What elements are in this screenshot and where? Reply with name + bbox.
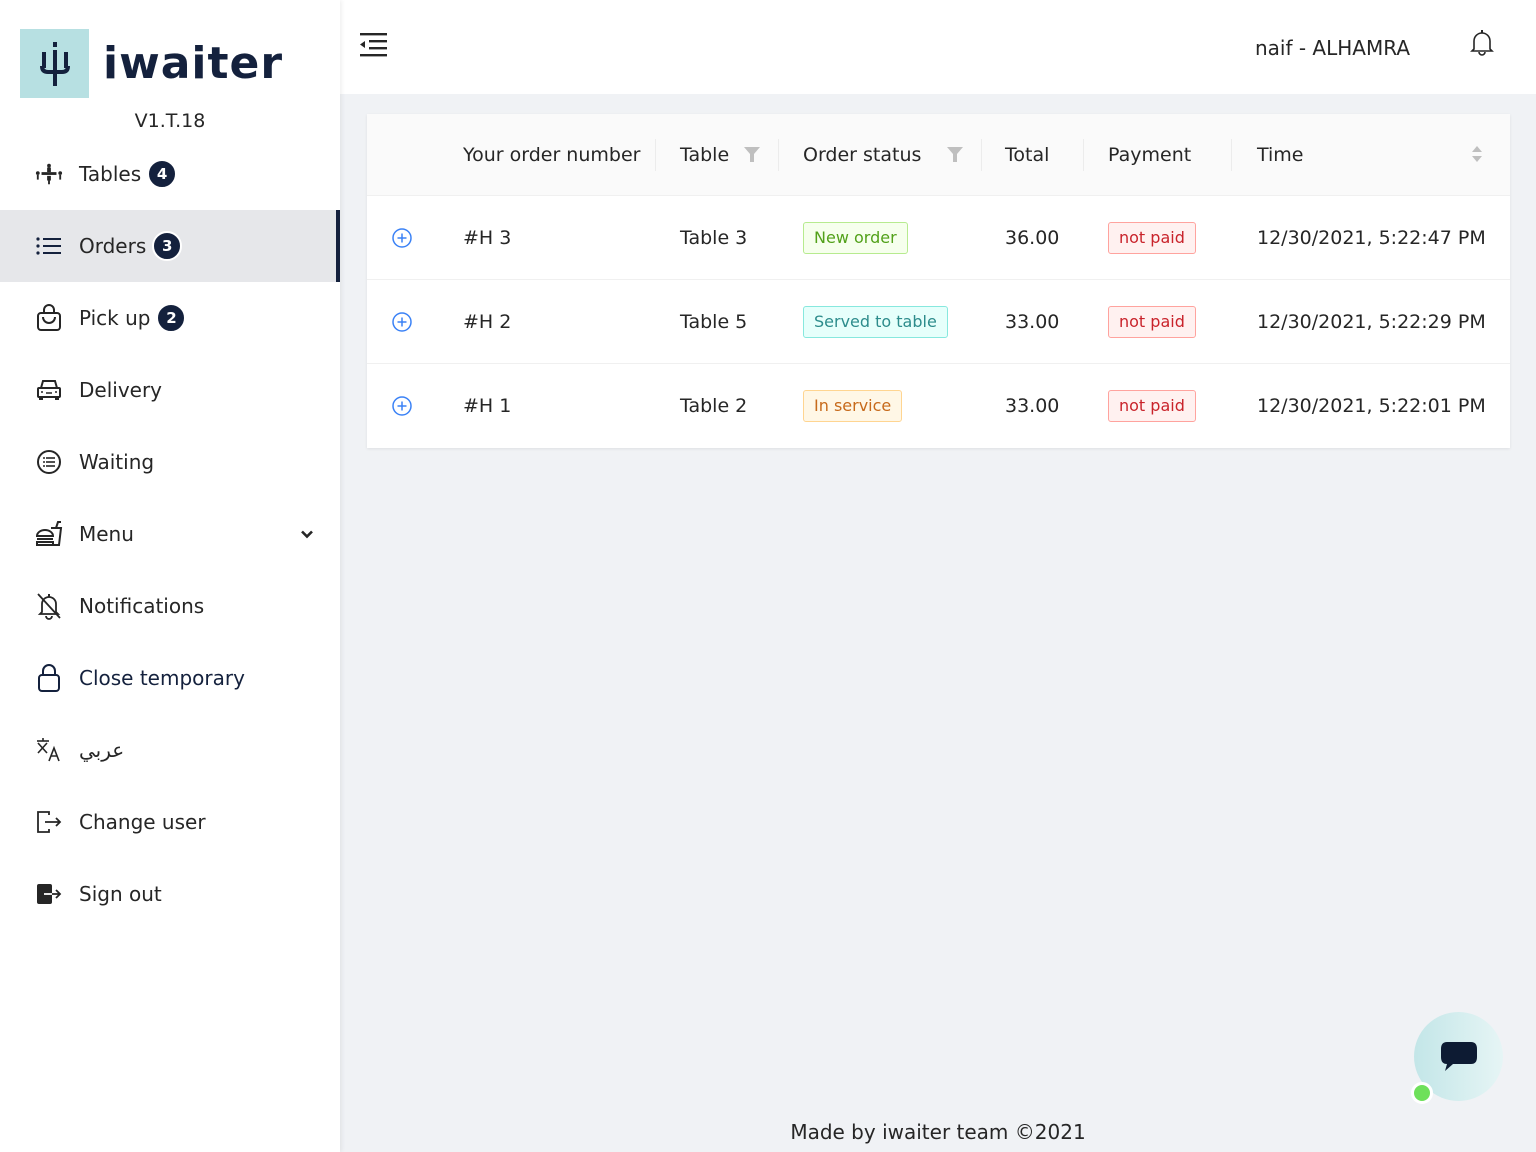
status-badge: In service (803, 390, 903, 422)
order-number: #H 3 (463, 227, 512, 249)
sidebar-item-language[interactable]: عربي (0, 714, 340, 786)
column-header-total: Total (1005, 144, 1050, 166)
list-icon (35, 232, 63, 260)
column-header-order-status: Order status (803, 144, 922, 166)
online-status-indicator (1411, 1082, 1433, 1104)
count-badge: 3 (152, 231, 183, 261)
bell-off-icon (35, 592, 63, 620)
status-badge: New order (803, 222, 908, 254)
count-badge: 2 (156, 303, 187, 333)
order-time: 12/30/2021, 5:22:01 PM (1257, 395, 1486, 417)
order-number: #H 1 (463, 395, 512, 417)
footer-text: Made by iwaiter team ©2021 (790, 1120, 1086, 1144)
column-divider (981, 139, 982, 171)
payment-badge: not paid (1108, 306, 1196, 338)
lock-icon (35, 664, 63, 692)
translate-icon (35, 736, 63, 764)
car-icon (35, 376, 63, 404)
trident-icon (39, 41, 70, 86)
count-badge: 4 (147, 159, 178, 189)
sidebar-item-label: Change user (79, 810, 206, 834)
logout-filled-icon (35, 880, 63, 908)
logout-outline-icon (35, 808, 63, 836)
table-name: Table 5 (680, 311, 748, 333)
chat-bubble-icon (1440, 1041, 1477, 1071)
column-divider (1083, 139, 1084, 171)
sidebar-item-delivery[interactable]: Delivery (0, 354, 340, 426)
table-row[interactable]: #H 3 Table 3 New order 36.00 not paid 12… (367, 196, 1510, 280)
sidebar-item-label: Close temporary (79, 666, 245, 690)
sidebar-item-label: Menu (79, 522, 134, 546)
table-row[interactable]: #H 1 Table 2 In service 33.00 not paid 1… (367, 364, 1510, 448)
payment-badge: not paid (1108, 390, 1196, 422)
order-number: #H 2 (463, 311, 512, 333)
order-total: 33.00 (1005, 395, 1060, 417)
column-divider (655, 139, 656, 171)
sidebar-item-label: Tables (79, 162, 142, 186)
sidebar-item-tables[interactable]: Tables 4 (0, 138, 340, 210)
table-row[interactable]: #H 2 Table 5 Served to table 33.00 not p… (367, 280, 1510, 364)
logo: iwaiter (20, 29, 283, 98)
table-name: Table 2 (680, 395, 748, 417)
order-total: 33.00 (1005, 311, 1060, 333)
bell-icon[interactable] (1470, 29, 1494, 61)
expand-row-icon[interactable] (392, 312, 412, 336)
sidebar-item-menu[interactable]: Menu (0, 498, 340, 570)
sidebar-nav: Tables 4 Orders 3 Pick up 2 Delivery Wai… (0, 138, 340, 930)
sidebar-item-waiting[interactable]: Waiting (0, 426, 340, 498)
orders-table: Your order number Table Order status Tot… (367, 114, 1510, 448)
chevron-down-icon[interactable] (300, 525, 314, 544)
sidebar-item-label: Pick up (79, 306, 151, 330)
expand-row-icon[interactable] (392, 228, 412, 252)
status-badge: Served to table (803, 306, 948, 338)
sidebar-item-notifications[interactable]: Notifications (0, 570, 340, 642)
sidebar-item-label: عربي (79, 738, 125, 762)
column-header-time[interactable]: Time (1257, 114, 1304, 196)
payment-badge: not paid (1108, 222, 1196, 254)
circle-list-icon (35, 448, 63, 476)
expand-row-icon[interactable] (392, 396, 412, 420)
sidebar: iwaiter V1.T.18 Tables 4 Orders 3 Pick u… (0, 0, 340, 1152)
order-time: 12/30/2021, 5:22:29 PM (1257, 311, 1486, 333)
sidebar-item-label: Delivery (79, 378, 163, 402)
dining-table-icon (35, 160, 63, 188)
sidebar-item-label: Sign out (79, 882, 162, 906)
order-total: 36.00 (1005, 227, 1060, 249)
sidebar-item-label: Orders (79, 234, 147, 258)
column-divider (778, 139, 779, 171)
collapse-menu-icon[interactable] (358, 31, 388, 63)
app-version: V1.T.18 (134, 110, 206, 132)
sidebar-item-label: Waiting (79, 450, 155, 474)
top-header: naif - ALHAMRA (340, 0, 1536, 94)
sidebar-item-change-user[interactable]: Change user (0, 786, 340, 858)
logo-text: iwaiter (103, 37, 284, 89)
sidebar-item-pick-up[interactable]: Pick up 2 (0, 282, 340, 354)
filter-icon[interactable] (947, 147, 963, 167)
logo-mark (20, 29, 89, 98)
shopping-bag-icon (35, 304, 63, 332)
sidebar-item-label: Notifications (79, 594, 205, 618)
burger-drink-icon (35, 520, 63, 548)
user-name[interactable]: naif - ALHAMRA (1255, 36, 1410, 60)
table-header: Your order number Table Order status Tot… (367, 114, 1510, 196)
column-header-table: Table (680, 144, 730, 166)
order-time: 12/30/2021, 5:22:47 PM (1257, 227, 1486, 249)
sidebar-item-orders[interactable]: Orders 3 (0, 210, 340, 282)
filter-icon[interactable] (744, 147, 760, 167)
table-name: Table 3 (680, 227, 748, 249)
column-divider (1231, 139, 1232, 171)
sidebar-item-close-temporary[interactable]: Close temporary (0, 642, 340, 714)
sidebar-item-sign-out[interactable]: Sign out (0, 858, 340, 930)
column-header-order-number: Your order number (463, 144, 641, 166)
column-header-payment: Payment (1108, 144, 1192, 166)
sort-icon[interactable] (1471, 144, 1483, 168)
